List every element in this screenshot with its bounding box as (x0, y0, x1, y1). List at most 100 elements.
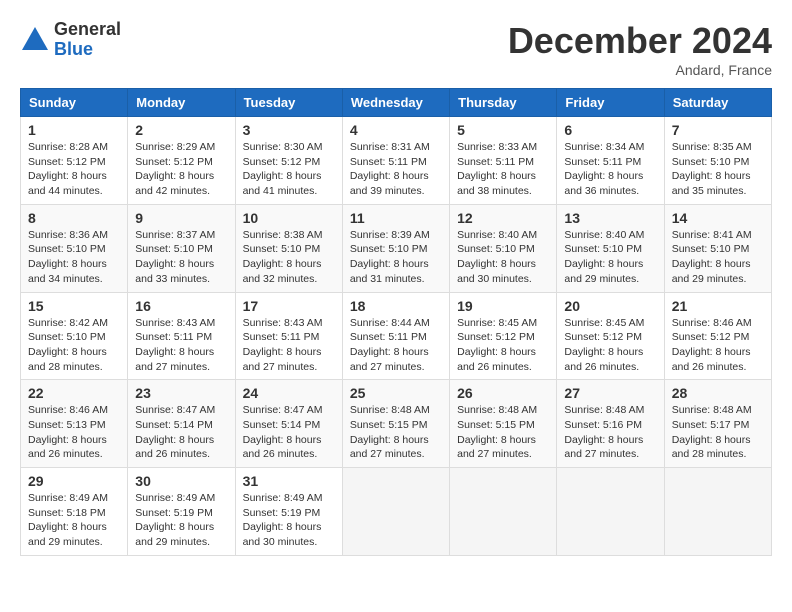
day-number: 8 (28, 210, 120, 226)
calendar-day-26: 26 Sunrise: 8:48 AMSunset: 5:15 PMDayligh… (450, 380, 557, 468)
calendar-empty-cell (664, 468, 771, 556)
day-info: Sunrise: 8:44 AMSunset: 5:11 PMDaylight:… (350, 316, 442, 375)
day-number: 16 (135, 298, 227, 314)
day-number: 10 (243, 210, 335, 226)
day-info: Sunrise: 8:45 AMSunset: 5:12 PMDaylight:… (457, 316, 549, 375)
day-number: 21 (672, 298, 764, 314)
day-info: Sunrise: 8:49 AMSunset: 5:18 PMDaylight:… (28, 491, 120, 550)
calendar-day-30: 30Sunrise: 8:49 AMSunset: 5:19 PMDayligh… (128, 468, 235, 556)
day-info: Sunrise: 8:47 AMSunset: 5:14 PMDaylight:… (243, 403, 335, 462)
day-number: 2 (135, 122, 227, 138)
day-info: Sunrise: 8:40 AMSunset: 5:10 PMDaylight:… (457, 228, 549, 287)
calendar-day-21: 21Sunrise: 8:46 AMSunset: 5:12 PMDayligh… (664, 292, 771, 380)
month-title: December 2024 (508, 20, 772, 62)
day-number: 26 (457, 385, 549, 401)
day-number: 20 (564, 298, 656, 314)
day-info: Sunrise: 8:34 AMSunset: 5:11 PMDaylight:… (564, 140, 656, 199)
location: Andard, France (508, 62, 772, 78)
calendar-day-8: 8 Sunrise: 8:36 AMSunset: 5:10 PMDaylight… (21, 204, 128, 292)
day-info: Sunrise: 8:45 AMSunset: 5:12 PMDaylight:… (564, 316, 656, 375)
calendar-day-28: 28 Sunrise: 8:48 AMSunset: 5:17 PMDayligh… (664, 380, 771, 468)
calendar-week-5: 29 Sunrise: 8:49 AMSunset: 5:18 PMDayligh… (21, 468, 772, 556)
day-number: 18 (350, 298, 442, 314)
calendar-day-22: 22 Sunrise: 8:46 AMSunset: 5:13 PMDayligh… (21, 380, 128, 468)
day-number: 1 (28, 122, 120, 138)
calendar-day-29: 29 Sunrise: 8:49 AMSunset: 5:18 PMDayligh… (21, 468, 128, 556)
day-number: 31 (243, 473, 335, 489)
logo-general: General (54, 20, 121, 40)
calendar-day-24: 24 Sunrise: 8:47 AMSunset: 5:14 PMDayligh… (235, 380, 342, 468)
day-number: 14 (672, 210, 764, 226)
day-info: Sunrise: 8:42 AMSunset: 5:10 PMDaylight:… (28, 316, 120, 375)
calendar-day-27: 27Sunrise: 8:48 AMSunset: 5:16 PMDayligh… (557, 380, 664, 468)
page-header: General Blue December 2024 Andard, Franc… (20, 20, 772, 78)
day-number: 15 (28, 298, 120, 314)
day-number: 17 (243, 298, 335, 314)
day-number: 29 (28, 473, 120, 489)
day-info: Sunrise: 8:47 AMSunset: 5:14 PMDaylight:… (135, 403, 227, 462)
calendar-table: Sunday Monday Tuesday Wednesday Thursday… (20, 88, 772, 556)
calendar-empty-cell (557, 468, 664, 556)
logo-blue: Blue (54, 40, 121, 60)
day-number: 25 (350, 385, 442, 401)
day-number: 4 (350, 122, 442, 138)
day-info: Sunrise: 8:43 AMSunset: 5:11 PMDaylight:… (135, 316, 227, 375)
day-number: 3 (243, 122, 335, 138)
day-info: Sunrise: 8:38 AMSunset: 5:10 PMDaylight:… (243, 228, 335, 287)
day-number: 6 (564, 122, 656, 138)
day-info: Sunrise: 8:48 AMSunset: 5:16 PMDaylight:… (564, 403, 656, 462)
calendar-day-17: 17 Sunrise: 8:43 AMSunset: 5:11 PMDayligh… (235, 292, 342, 380)
day-info: Sunrise: 8:35 AMSunset: 5:10 PMDaylight:… (672, 140, 764, 199)
calendar-day-6: 6 Sunrise: 8:34 AMSunset: 5:11 PMDaylight… (557, 117, 664, 205)
day-info: Sunrise: 8:48 AMSunset: 5:15 PMDaylight:… (457, 403, 549, 462)
day-info: Sunrise: 8:43 AMSunset: 5:11 PMDaylight:… (243, 316, 335, 375)
day-info: Sunrise: 8:36 AMSunset: 5:10 PMDaylight:… (28, 228, 120, 287)
day-info: Sunrise: 8:46 AMSunset: 5:13 PMDaylight:… (28, 403, 120, 462)
col-wednesday: Wednesday (342, 89, 449, 117)
day-number: 19 (457, 298, 549, 314)
col-friday: Friday (557, 89, 664, 117)
calendar-day-2: 2 Sunrise: 8:29 AMSunset: 5:12 PMDaylight… (128, 117, 235, 205)
col-saturday: Saturday (664, 89, 771, 117)
calendar-day-4: 4 Sunrise: 8:31 AMSunset: 5:11 PMDaylight… (342, 117, 449, 205)
calendar-day-7: 7 Sunrise: 8:35 AMSunset: 5:10 PMDaylight… (664, 117, 771, 205)
calendar-day-13: 13Sunrise: 8:40 AMSunset: 5:10 PMDayligh… (557, 204, 664, 292)
calendar-day-3: 3Sunrise: 8:30 AMSunset: 5:12 PMDaylight… (235, 117, 342, 205)
calendar-day-14: 14Sunrise: 8:41 AMSunset: 5:10 PMDayligh… (664, 204, 771, 292)
day-info: Sunrise: 8:37 AMSunset: 5:10 PMDaylight:… (135, 228, 227, 287)
calendar-empty-cell (342, 468, 449, 556)
day-number: 9 (135, 210, 227, 226)
day-info: Sunrise: 8:31 AMSunset: 5:11 PMDaylight:… (350, 140, 442, 199)
calendar-day-12: 12Sunrise: 8:40 AMSunset: 5:10 PMDayligh… (450, 204, 557, 292)
day-number: 7 (672, 122, 764, 138)
logo-text: General Blue (54, 20, 121, 60)
day-info: Sunrise: 8:29 AMSunset: 5:12 PMDaylight:… (135, 140, 227, 199)
day-number: 5 (457, 122, 549, 138)
calendar-day-11: 11Sunrise: 8:39 AMSunset: 5:10 PMDayligh… (342, 204, 449, 292)
day-number: 11 (350, 210, 442, 226)
day-info: Sunrise: 8:48 AMSunset: 5:17 PMDaylight:… (672, 403, 764, 462)
day-number: 23 (135, 385, 227, 401)
calendar-week-1: 1Sunrise: 8:28 AMSunset: 5:12 PMDaylight… (21, 117, 772, 205)
col-monday: Monday (128, 89, 235, 117)
day-info: Sunrise: 8:49 AMSunset: 5:19 PMDaylight:… (243, 491, 335, 550)
col-thursday: Thursday (450, 89, 557, 117)
title-block: December 2024 Andard, France (508, 20, 772, 78)
day-number: 22 (28, 385, 120, 401)
calendar-day-23: 23 Sunrise: 8:47 AMSunset: 5:14 PMDayligh… (128, 380, 235, 468)
day-number: 24 (243, 385, 335, 401)
calendar-header-row: Sunday Monday Tuesday Wednesday Thursday… (21, 89, 772, 117)
calendar-day-20: 20 Sunrise: 8:45 AMSunset: 5:12 PMDayligh… (557, 292, 664, 380)
day-number: 30 (135, 473, 227, 489)
calendar-day-16: 16 Sunrise: 8:43 AMSunset: 5:11 PMDayligh… (128, 292, 235, 380)
calendar-day-10: 10 Sunrise: 8:38 AMSunset: 5:10 PMDayligh… (235, 204, 342, 292)
calendar-day-15: 15 Sunrise: 8:42 AMSunset: 5:10 PMDayligh… (21, 292, 128, 380)
col-tuesday: Tuesday (235, 89, 342, 117)
day-info: Sunrise: 8:48 AMSunset: 5:15 PMDaylight:… (350, 403, 442, 462)
day-number: 28 (672, 385, 764, 401)
logo: General Blue (20, 20, 121, 60)
calendar-day-25: 25 Sunrise: 8:48 AMSunset: 5:15 PMDayligh… (342, 380, 449, 468)
calendar-day-19: 19 Sunrise: 8:45 AMSunset: 5:12 PMDayligh… (450, 292, 557, 380)
calendar-week-4: 22 Sunrise: 8:46 AMSunset: 5:13 PMDayligh… (21, 380, 772, 468)
day-info: Sunrise: 8:33 AMSunset: 5:11 PMDaylight:… (457, 140, 549, 199)
